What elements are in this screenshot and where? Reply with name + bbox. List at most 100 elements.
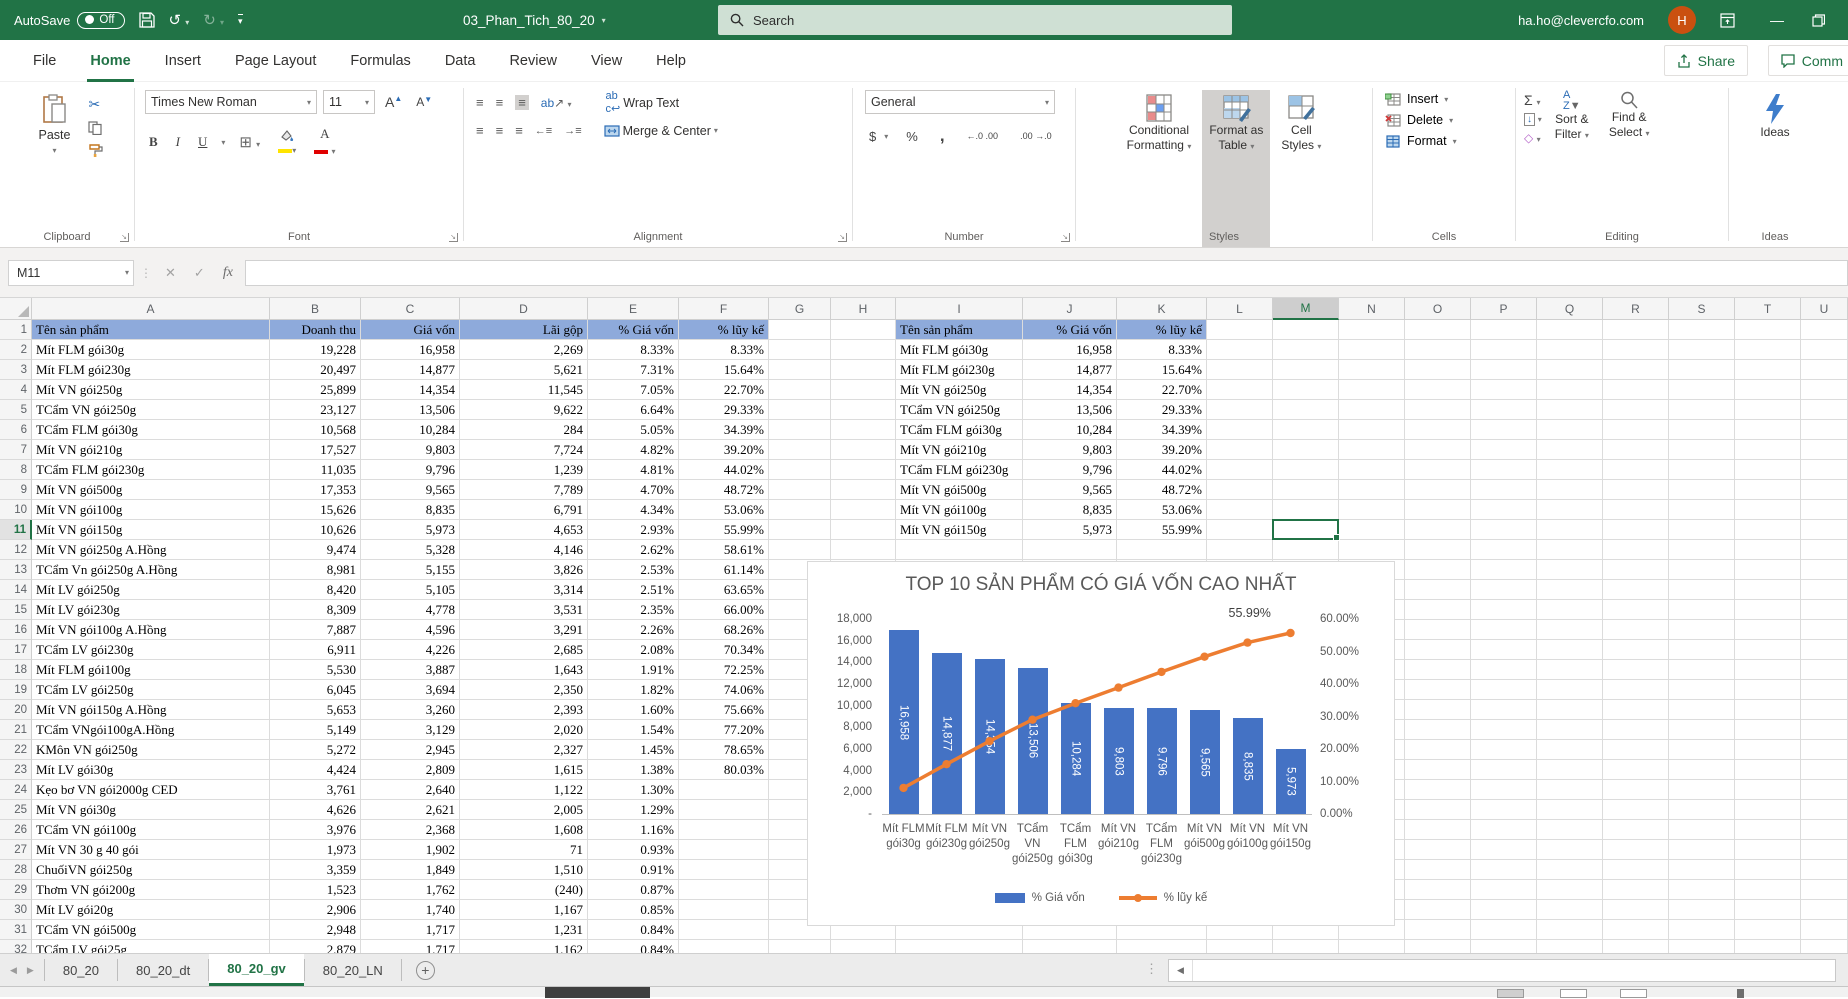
cell-U16[interactable] — [1801, 620, 1848, 640]
cell-R17[interactable] — [1603, 640, 1669, 660]
cell-B30[interactable]: 2,906 — [270, 900, 361, 920]
row-header-6[interactable]: 6 — [0, 420, 32, 440]
cell-Q16[interactable] — [1537, 620, 1603, 640]
comma-style-icon[interactable]: , — [936, 124, 949, 148]
cell-E17[interactable]: 2.08% — [588, 640, 679, 660]
align-top-icon[interactable]: ≡ — [476, 95, 484, 110]
cell-F7[interactable]: 39.20% — [679, 440, 769, 460]
cell-D3[interactable]: 5,621 — [460, 360, 588, 380]
cell-M1[interactable] — [1273, 320, 1339, 340]
row-header-16[interactable]: 16 — [0, 620, 32, 640]
cell-P3[interactable] — [1471, 360, 1537, 380]
cell-O32[interactable] — [1405, 940, 1471, 953]
cell-S16[interactable] — [1669, 620, 1735, 640]
cell-F23[interactable]: 80.03% — [679, 760, 769, 780]
col-header-A[interactable]: A — [32, 298, 270, 320]
cell-D10[interactable]: 6,791 — [460, 500, 588, 520]
cell-D24[interactable]: 1,122 — [460, 780, 588, 800]
cell-P1[interactable] — [1471, 320, 1537, 340]
cell-T16[interactable] — [1735, 620, 1801, 640]
align-right-icon[interactable]: ≡ — [515, 123, 523, 138]
cell-A11[interactable]: Mít VN gói150g — [32, 520, 270, 540]
cell-D14[interactable]: 3,314 — [460, 580, 588, 600]
formula-bar-splitter[interactable]: ⋮ — [140, 266, 153, 280]
cell-D26[interactable]: 1,608 — [460, 820, 588, 840]
cell-Q20[interactable] — [1537, 700, 1603, 720]
cell-H12[interactable] — [831, 540, 896, 560]
cell-L9[interactable] — [1207, 480, 1273, 500]
cell-E10[interactable]: 4.34% — [588, 500, 679, 520]
cell-A20[interactable]: Mít VN gói150g A.Hồng — [32, 700, 270, 720]
cell-R30[interactable] — [1603, 900, 1669, 920]
cell-U14[interactable] — [1801, 580, 1848, 600]
cell-E6[interactable]: 5.05% — [588, 420, 679, 440]
cell-I8[interactable]: TCẩm FLM gói230g — [896, 460, 1023, 480]
underline-button[interactable]: U — [194, 132, 211, 152]
cell-D15[interactable]: 3,531 — [460, 600, 588, 620]
row-header-11[interactable]: 11 — [0, 520, 32, 540]
cell-T17[interactable] — [1735, 640, 1801, 660]
format-cells-button[interactable]: Format▾ — [1385, 134, 1515, 148]
cell-C17[interactable]: 4,226 — [361, 640, 460, 660]
cell-C8[interactable]: 9,796 — [361, 460, 460, 480]
enter-icon[interactable]: ✓ — [188, 265, 211, 281]
cell-R6[interactable] — [1603, 420, 1669, 440]
cell-D20[interactable]: 2,393 — [460, 700, 588, 720]
cell-P24[interactable] — [1471, 780, 1537, 800]
cell-P2[interactable] — [1471, 340, 1537, 360]
cell-S10[interactable] — [1669, 500, 1735, 520]
number-format-select[interactable]: General▾ — [865, 90, 1055, 114]
row-header-5[interactable]: 5 — [0, 400, 32, 420]
cell-I11[interactable]: Mít VN gói150g — [896, 520, 1023, 540]
col-header-Q[interactable]: Q — [1537, 298, 1603, 320]
cell-E19[interactable]: 1.82% — [588, 680, 679, 700]
sheet-nav-left-icon[interactable]: ◀ — [0, 954, 27, 986]
cell-I5[interactable]: TCẩm VN gói250g — [896, 400, 1023, 420]
cell-Q27[interactable] — [1537, 840, 1603, 860]
font-name-select[interactable]: Times New Roman▾ — [145, 90, 317, 114]
cell-C23[interactable]: 2,809 — [361, 760, 460, 780]
cell-Q8[interactable] — [1537, 460, 1603, 480]
cell-C2[interactable]: 16,958 — [361, 340, 460, 360]
cell-R23[interactable] — [1603, 760, 1669, 780]
cell-E22[interactable]: 1.45% — [588, 740, 679, 760]
cell-A26[interactable]: TCẩm VN gói100g — [32, 820, 270, 840]
cell-D9[interactable]: 7,789 — [460, 480, 588, 500]
select-all-corner[interactable] — [0, 298, 32, 320]
row-header-2[interactable]: 2 — [0, 340, 32, 360]
cell-F4[interactable]: 22.70% — [679, 380, 769, 400]
cell-Q10[interactable] — [1537, 500, 1603, 520]
tab-home[interactable]: Home — [73, 40, 147, 82]
cell-G32[interactable] — [769, 940, 831, 953]
cell-D22[interactable]: 2,327 — [460, 740, 588, 760]
cell-E27[interactable]: 0.93% — [588, 840, 679, 860]
cell-J2[interactable]: 16,958 — [1023, 340, 1117, 360]
cell-H2[interactable] — [831, 340, 896, 360]
cell-U28[interactable] — [1801, 860, 1848, 880]
cell-C28[interactable]: 1,849 — [361, 860, 460, 880]
cell-D28[interactable]: 1,510 — [460, 860, 588, 880]
cell-S23[interactable] — [1669, 760, 1735, 780]
row-header-17[interactable]: 17 — [0, 640, 32, 660]
cell-A19[interactable]: TCẩm LV gói250g — [32, 680, 270, 700]
cell-N6[interactable] — [1339, 420, 1405, 440]
delete-cells-button[interactable]: Delete▾ — [1385, 113, 1515, 127]
col-header-D[interactable]: D — [460, 298, 588, 320]
cell-F25[interactable] — [679, 800, 769, 820]
cell-S11[interactable] — [1669, 520, 1735, 540]
cell-A8[interactable]: TCẩm FLM gói230g — [32, 460, 270, 480]
cell-T32[interactable] — [1735, 940, 1801, 953]
cell-G12[interactable] — [769, 540, 831, 560]
cell-Q24[interactable] — [1537, 780, 1603, 800]
cell-B2[interactable]: 19,228 — [270, 340, 361, 360]
col-header-M[interactable]: M — [1273, 298, 1339, 320]
worksheet-grid[interactable]: ABCDEFGHIJKLMNOPQRSTU1Tên sản phẩmDoanh … — [0, 298, 1848, 953]
cell-K8[interactable]: 44.02% — [1117, 460, 1207, 480]
col-header-R[interactable]: R — [1603, 298, 1669, 320]
cell-J10[interactable]: 8,835 — [1023, 500, 1117, 520]
cell-B21[interactable]: 5,149 — [270, 720, 361, 740]
cell-L10[interactable] — [1207, 500, 1273, 520]
cell-A7[interactable]: Mít VN gói210g — [32, 440, 270, 460]
cell-U32[interactable] — [1801, 940, 1848, 953]
cell-C27[interactable]: 1,902 — [361, 840, 460, 860]
